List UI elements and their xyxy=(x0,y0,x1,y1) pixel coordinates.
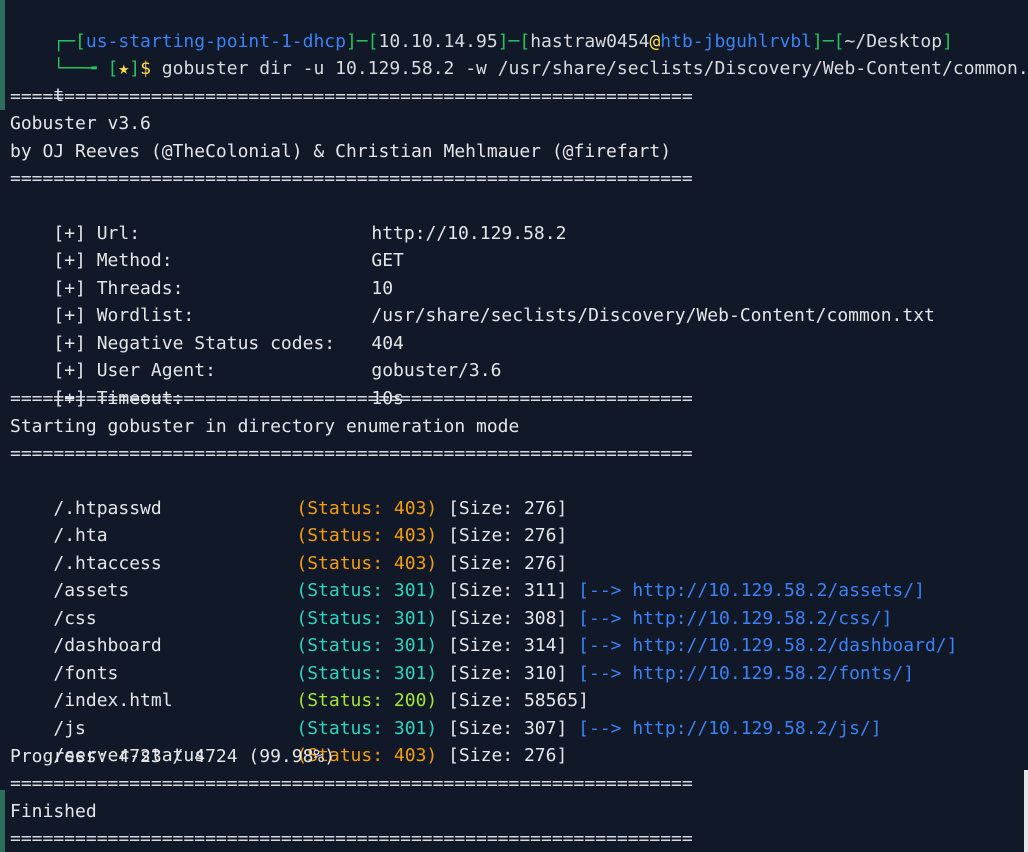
config-negative-status: [+] Negative Status codes: 404 xyxy=(10,303,404,354)
result-size: [Size: 276] xyxy=(448,745,568,766)
progress-line: Progress: 4723 / 4724 (99.98%) xyxy=(10,746,336,767)
mode-line: Starting gobuster in directory enumerati… xyxy=(10,416,520,437)
config-url: [+] Url: http://10.129.58.2 xyxy=(10,193,566,244)
result-redirect-link[interactable]: [--> http://10.129.58.2/js/] xyxy=(578,718,881,739)
result-row: /.htpasswd (Status: 403) [Size: 276] xyxy=(10,468,567,519)
result-redirect-link[interactable]: [--> http://10.129.58.2/fonts/] xyxy=(578,663,914,684)
finished-line: Finished xyxy=(10,801,97,822)
result-row: /server-status (Status: 403) [Size: 276] xyxy=(10,715,567,766)
separator: ========================================… xyxy=(10,168,693,189)
config-method: [+] Method: GET xyxy=(10,220,404,271)
command-text: gobuster dir -u 10.129.58.2 -w /usr/shar… xyxy=(161,58,1028,79)
command-line[interactable]: └──╼ [★]$ gobuster dir -u 10.129.58.2 -w… xyxy=(10,28,1028,79)
right-edge-strip xyxy=(1024,770,1028,852)
star-icon: ★ xyxy=(118,58,130,79)
config-threads: [+] Threads: 10 xyxy=(10,248,393,299)
left-edge-strip xyxy=(0,0,5,110)
result-row: /.hta (Status: 403) [Size: 276] xyxy=(10,495,567,546)
command-wrap: t xyxy=(10,55,64,106)
result-row: /assets (Status: 301) [Size: 311] [--> ht… xyxy=(10,550,925,601)
separator: ========================================… xyxy=(10,443,693,464)
result-row: /index.html (Status: 200) [Size: 58565] xyxy=(10,660,589,711)
terminal-window[interactable]: ┌─[us-starting-point-1-dhcp]─[10.10.14.9… xyxy=(0,0,1028,852)
config-value: /usr/share/seclists/Discovery/Web-Conten… xyxy=(371,305,935,326)
separator: ========================================… xyxy=(10,86,693,107)
result-row: /dashboard (Status: 301) [Size: 314] [-->… xyxy=(10,605,957,656)
config-user-agent: [+] User Agent: gobuster/3.6 xyxy=(10,330,501,381)
result-row: /fonts (Status: 301) [Size: 310] [--> htt… xyxy=(10,633,914,684)
result-row: /js (Status: 301) [Size: 307] [--> http:/… xyxy=(10,688,881,739)
separator: ========================================… xyxy=(10,388,693,409)
result-row: /css (Status: 301) [Size: 308] [--> http:… xyxy=(10,578,892,629)
separator: ========================================… xyxy=(10,773,693,794)
prompt-line: ┌─[us-starting-point-1-dhcp]─[10.10.14.9… xyxy=(53,31,953,52)
separator: ========================================… xyxy=(10,828,693,849)
left-edge-strip-lower xyxy=(0,790,5,852)
banner-authors: by OJ Reeves (@TheColonial) & Christian … xyxy=(10,141,672,162)
result-row: /.htaccess (Status: 403) [Size: 276] xyxy=(10,523,567,574)
config-timeout: [+] Timeout: 10s xyxy=(10,358,404,409)
banner-title: Gobuster v3.6 xyxy=(10,113,151,134)
config-wordlist: [+] Wordlist:/usr/share/seclists/Discove… xyxy=(10,275,935,326)
